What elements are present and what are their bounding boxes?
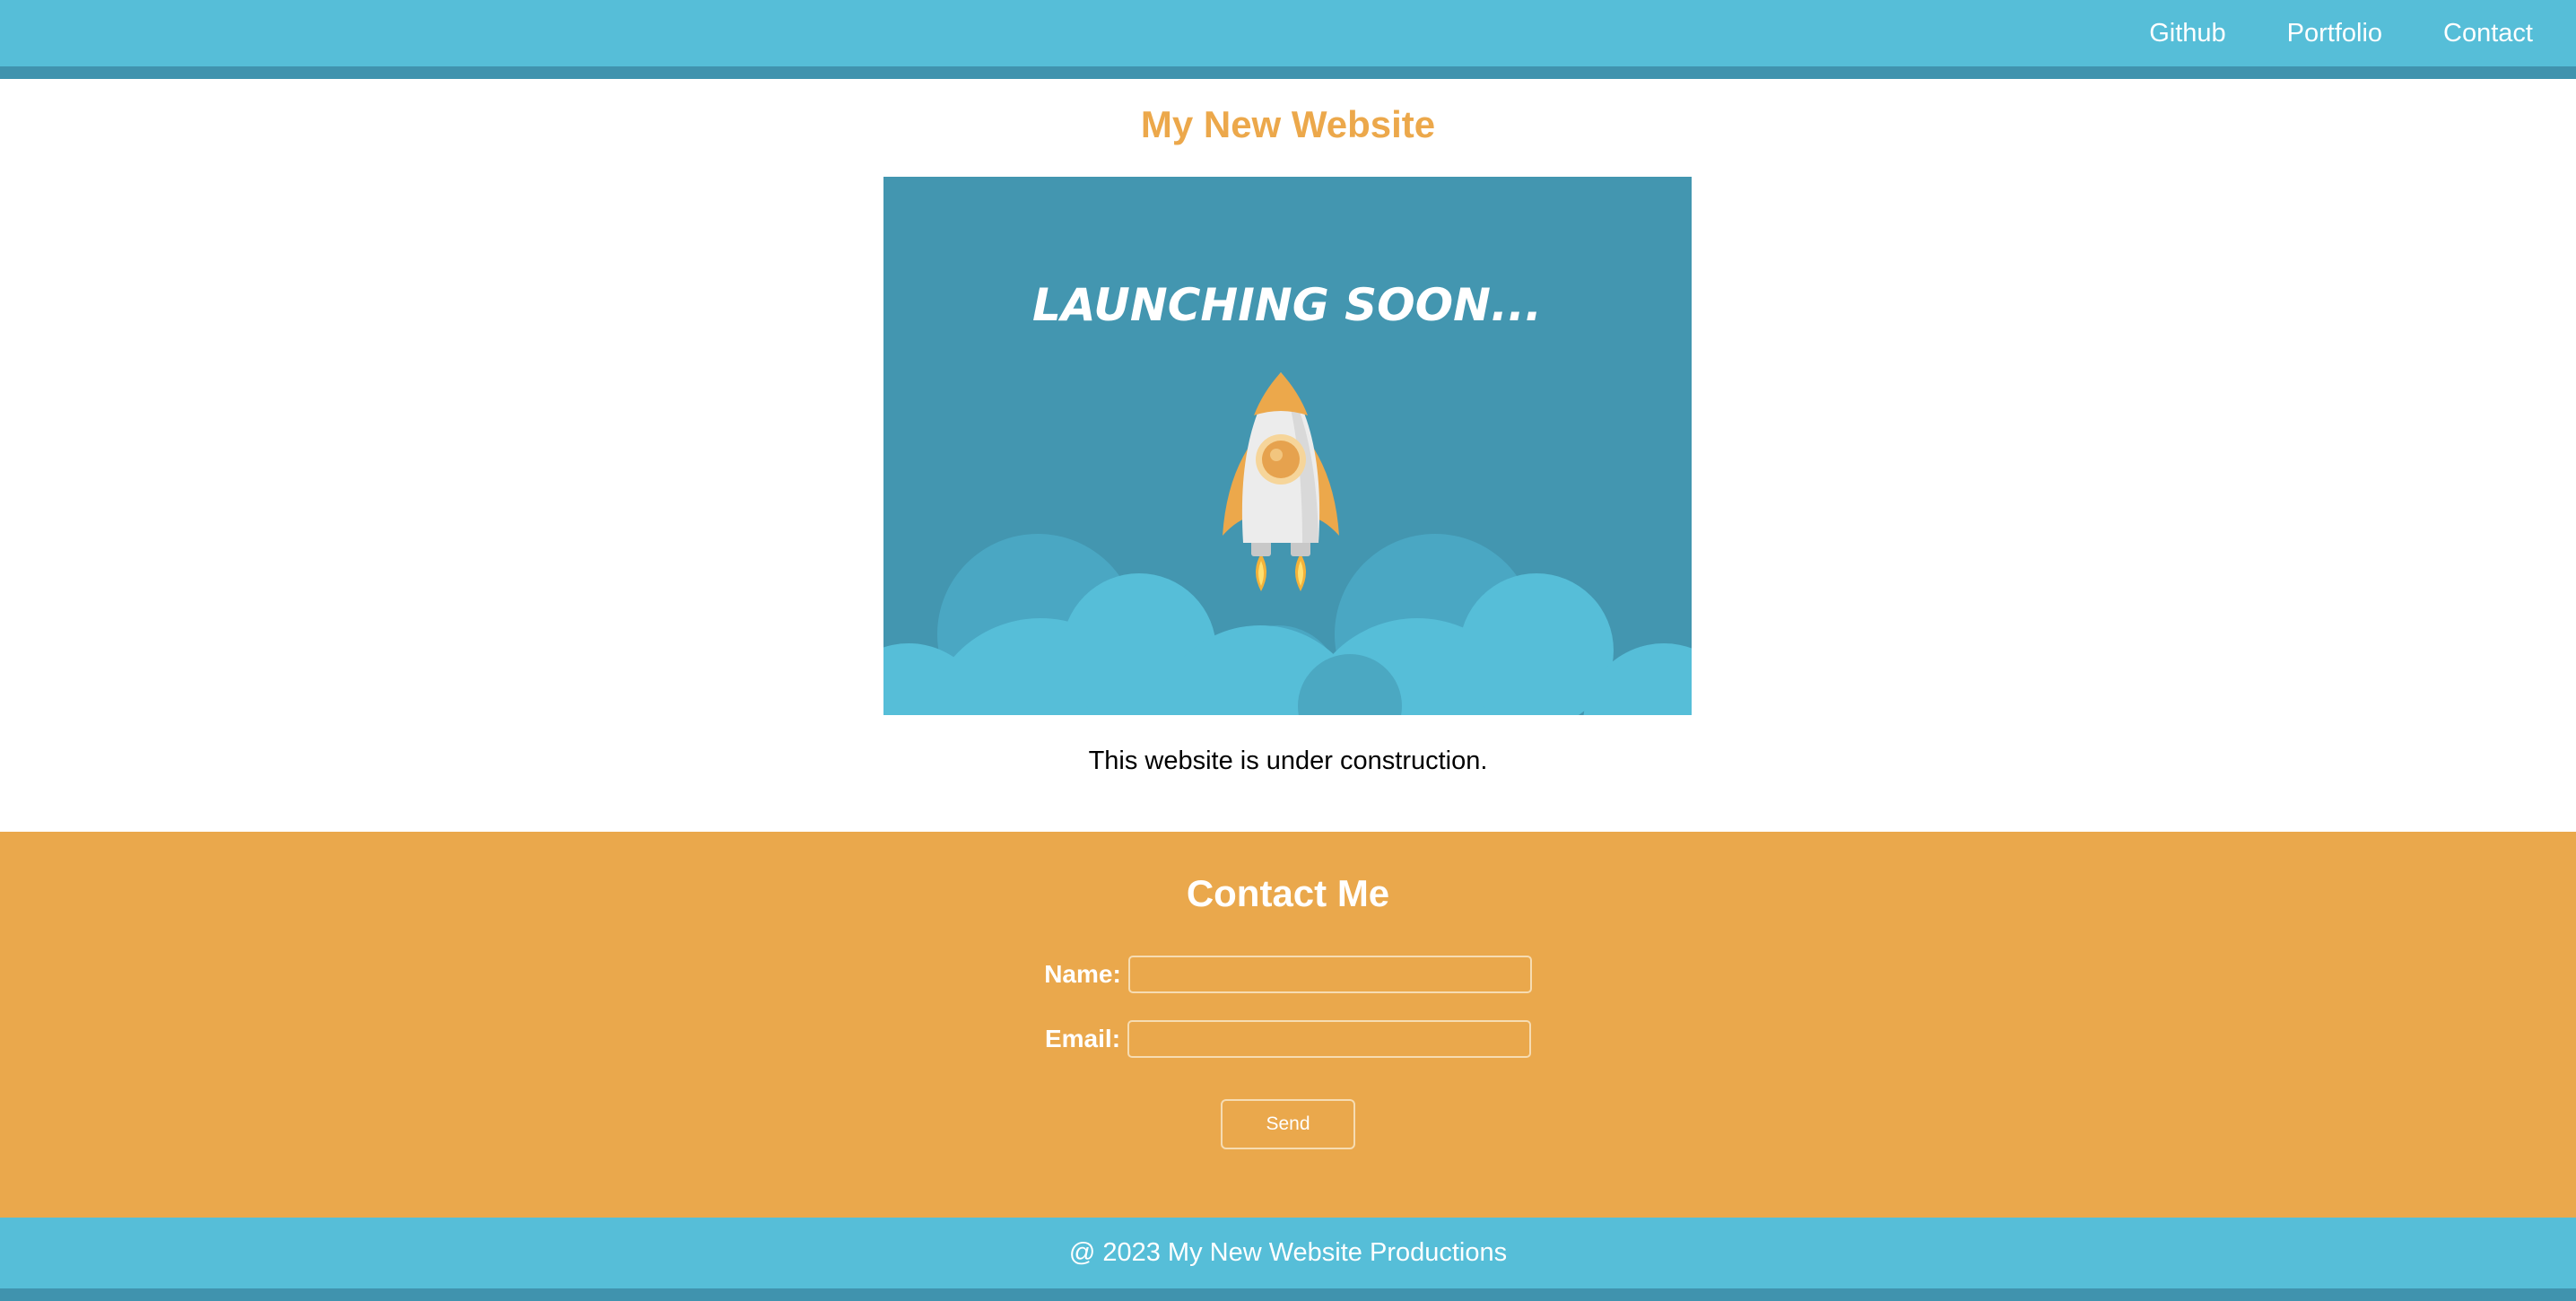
construction-message: This website is under construction. (1088, 747, 1488, 775)
launching-soon-illustration: LAUNCHING SOON... (883, 177, 1692, 715)
main-nav: Github Portfolio Contact (2149, 0, 2533, 66)
launching-soon-image: LAUNCHING SOON... (883, 177, 1692, 715)
footer-copyright: @ 2023 My New Website Productions (1068, 1238, 1508, 1267)
hero-text: LAUNCHING SOON... (1032, 279, 1542, 331)
email-input[interactable] (1127, 1020, 1532, 1058)
name-input[interactable] (1127, 956, 1532, 993)
top-navigation-bar: Github Portfolio Contact (0, 0, 2576, 66)
name-field-row: Name: (0, 956, 2576, 993)
contact-heading: Contact Me (1186, 872, 1390, 914)
header-divider (0, 66, 2576, 79)
name-label: Name: (1044, 960, 1121, 988)
footer-divider (0, 1288, 2576, 1301)
page-title: My New Website (1140, 103, 1436, 145)
nav-link-portfolio[interactable]: Portfolio (2287, 19, 2382, 48)
email-field-row: Email: (0, 1020, 2576, 1058)
footer: @ 2023 My New Website Productions (0, 1218, 2576, 1288)
nav-link-contact[interactable]: Contact (2443, 19, 2533, 48)
nav-link-github[interactable]: Github (2149, 19, 2225, 48)
email-label: Email: (1044, 1025, 1121, 1052)
contact-section: Contact Me Name: Email: Send (0, 832, 2576, 1218)
send-button[interactable]: Send (1221, 1099, 1355, 1149)
